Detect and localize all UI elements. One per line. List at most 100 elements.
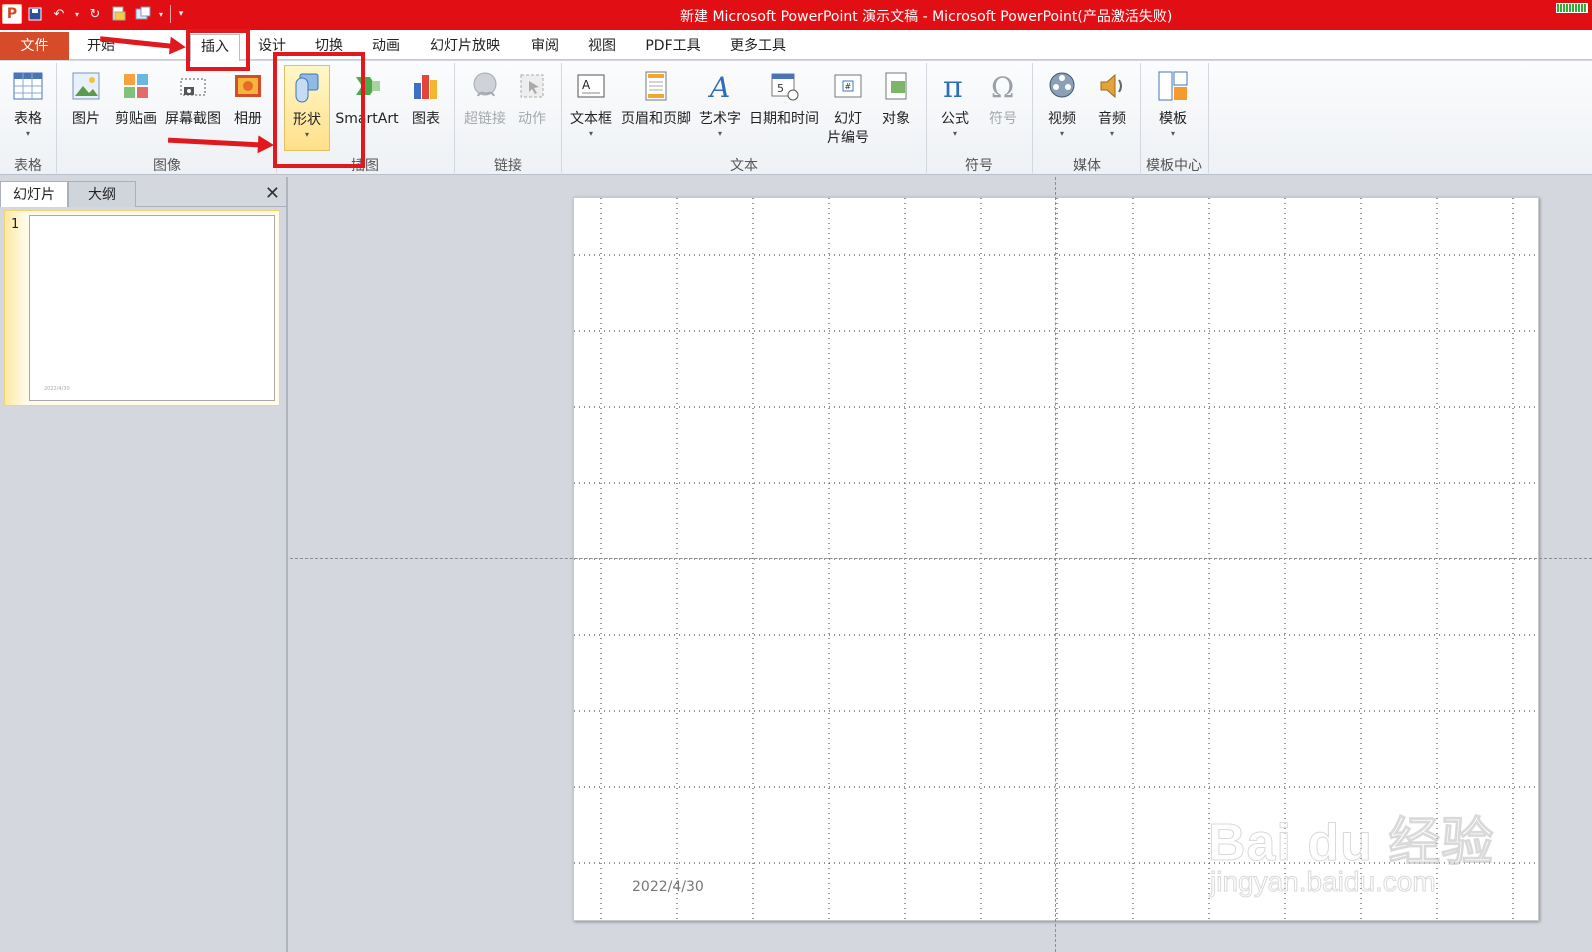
group-label-template-center: 模板中心 bbox=[1146, 158, 1202, 174]
screenshot-label: 屏幕截图 bbox=[165, 111, 221, 127]
tab-slides[interactable]: 幻灯片 bbox=[0, 181, 68, 207]
hyperlink-label: 超链接 bbox=[464, 111, 506, 127]
picture-button[interactable]: 图片 bbox=[66, 65, 106, 151]
photo-album-label: 相册 bbox=[234, 111, 262, 127]
svg-text:5: 5 bbox=[777, 82, 784, 95]
tab-file[interactable]: 文件 bbox=[0, 32, 69, 60]
group-separator bbox=[1032, 63, 1033, 173]
tab-animations[interactable]: 动画 bbox=[366, 34, 406, 58]
tab-view[interactable]: 视图 bbox=[582, 34, 622, 58]
table-button[interactable]: 表格 ▾ bbox=[6, 65, 50, 151]
slide-number-label-2: 片编号 bbox=[827, 130, 869, 146]
object-button[interactable]: 对象 bbox=[876, 65, 916, 151]
group-separator bbox=[56, 63, 57, 173]
window-title: 新建 Microsoft PowerPoint 演示文稿 - Microsoft… bbox=[680, 9, 1173, 25]
calendar-icon: 5 bbox=[767, 69, 801, 105]
vertical-guide[interactable] bbox=[1055, 177, 1056, 952]
slide-number-button[interactable]: # 幻灯 片编号 bbox=[824, 65, 872, 151]
clipart-button[interactable]: 剪贴画 bbox=[112, 65, 160, 151]
clipart-icon bbox=[119, 69, 153, 105]
equation-label: 公式 bbox=[941, 111, 969, 127]
undo-dropdown-icon[interactable]: ▾ bbox=[72, 3, 82, 25]
battery-icon bbox=[1556, 3, 1588, 13]
tab-slideshow[interactable]: 幻灯片放映 bbox=[425, 34, 505, 58]
customize-qat-icon[interactable]: ▾ bbox=[175, 3, 187, 25]
chart-icon bbox=[409, 69, 443, 105]
slide-number: 1 bbox=[11, 217, 20, 232]
thumbnail-date: 2022/4/30 bbox=[44, 386, 70, 392]
watermark-url: jingyan.baidu.com bbox=[1210, 866, 1437, 898]
equation-button[interactable]: π 公式 ▾ bbox=[934, 65, 976, 151]
svg-text:#: # bbox=[845, 82, 852, 91]
symbol-label: 符号 bbox=[989, 111, 1017, 127]
video-button[interactable]: 视频 ▾ bbox=[1040, 65, 1084, 151]
tab-more-tools[interactable]: 更多工具 bbox=[725, 34, 791, 58]
slide-number-icon: # bbox=[831, 69, 865, 105]
action-button[interactable]: 动作 bbox=[512, 65, 552, 151]
screenshot-icon bbox=[176, 69, 210, 105]
audio-dropdown-icon: ▾ bbox=[1109, 129, 1114, 138]
template-button[interactable]: 模板 ▾ bbox=[1148, 65, 1198, 151]
table-icon bbox=[11, 69, 45, 105]
template-icon bbox=[1156, 69, 1190, 105]
header-footer-label: 页眉和页脚 bbox=[621, 111, 691, 127]
horizontal-guide[interactable] bbox=[290, 558, 1592, 559]
equation-dropdown-icon: ▾ bbox=[952, 129, 957, 138]
symbol-button[interactable]: Ω 符号 bbox=[982, 65, 1024, 151]
textbox-icon: A bbox=[574, 69, 608, 105]
group-separator bbox=[926, 63, 927, 173]
textbox-label: 文本框 bbox=[570, 111, 612, 127]
new-slide-icon[interactable] bbox=[108, 3, 130, 25]
title-bar: P ↶ ▾ ↻ ▾ ▾ 新建 Microsoft PowerPoint 演示文稿… bbox=[0, 0, 1592, 30]
group-separator bbox=[1208, 63, 1209, 173]
textbox-button[interactable]: A 文本框 ▾ bbox=[566, 65, 616, 151]
hyperlink-icon bbox=[468, 69, 502, 105]
wordart-dropdown-icon: ▾ bbox=[717, 129, 722, 138]
group-label-media: 媒体 bbox=[1073, 158, 1101, 174]
group-label-links: 链接 bbox=[494, 158, 522, 174]
picture-icon bbox=[69, 69, 103, 105]
redo-icon[interactable]: ↻ bbox=[84, 3, 106, 25]
tab-review[interactable]: 审阅 bbox=[525, 34, 565, 58]
audio-button[interactable]: 音频 ▾ bbox=[1090, 65, 1134, 151]
group-label-symbols: 符号 bbox=[965, 158, 993, 174]
date-time-button[interactable]: 5 日期和时间 bbox=[746, 65, 822, 151]
group-label-text: 文本 bbox=[730, 158, 758, 174]
save-icon[interactable] bbox=[24, 3, 46, 25]
qat-separator bbox=[170, 5, 171, 23]
ribbon: 表格 ▾ 表格 图片 剪贴画 屏幕截图 相册 图像 形状 ▾ SmartArt … bbox=[0, 61, 1592, 175]
close-icon[interactable]: ✕ bbox=[265, 183, 280, 204]
group-separator bbox=[1140, 63, 1141, 173]
object-icon bbox=[879, 69, 913, 105]
annotation-box-insert-tab bbox=[186, 29, 250, 71]
action-icon bbox=[515, 69, 549, 105]
slide-thumbnail-row[interactable]: 1 2022/4/30 bbox=[4, 210, 280, 406]
wordart-icon: A bbox=[703, 69, 737, 105]
wordart-label: 艺术字 bbox=[699, 111, 741, 127]
film-reel-icon bbox=[1045, 69, 1079, 105]
picture-label: 图片 bbox=[72, 111, 100, 127]
table-label: 表格 bbox=[14, 111, 42, 127]
layout-icon[interactable] bbox=[132, 3, 154, 25]
chart-button[interactable]: 图表 bbox=[406, 65, 446, 151]
tab-outline[interactable]: 大纲 bbox=[68, 181, 136, 207]
hyperlink-button[interactable]: 超链接 bbox=[460, 65, 510, 151]
annotation-box-shapes bbox=[273, 52, 365, 168]
slide-thumbnail[interactable]: 2022/4/30 bbox=[29, 215, 275, 401]
layout-dropdown-icon[interactable]: ▾ bbox=[156, 3, 166, 25]
slides-panel: 幻灯片 大纲 ✕ 1 2022/4/30 bbox=[0, 177, 288, 952]
svg-text:A: A bbox=[582, 78, 591, 92]
wordart-button[interactable]: A 艺术字 ▾ bbox=[696, 65, 744, 151]
header-footer-button[interactable]: 页眉和页脚 bbox=[618, 65, 694, 151]
tab-pdf-tools[interactable]: PDF工具 bbox=[640, 34, 706, 58]
undo-icon[interactable]: ↶ bbox=[48, 3, 70, 25]
slide-number-label-1: 幻灯 bbox=[834, 111, 862, 127]
action-label: 动作 bbox=[518, 111, 546, 127]
photo-album-icon bbox=[231, 69, 265, 105]
table-dropdown-icon: ▾ bbox=[25, 129, 30, 138]
date-time-label: 日期和时间 bbox=[749, 111, 819, 127]
video-label: 视频 bbox=[1048, 111, 1076, 127]
slide-date-placeholder[interactable]: 2022/4/30 bbox=[632, 879, 704, 895]
baidu-jingyan-watermark: Bai du 经验 jingyan.baidu.com bbox=[1200, 780, 1500, 910]
powerpoint-app-icon[interactable]: P bbox=[2, 4, 22, 24]
